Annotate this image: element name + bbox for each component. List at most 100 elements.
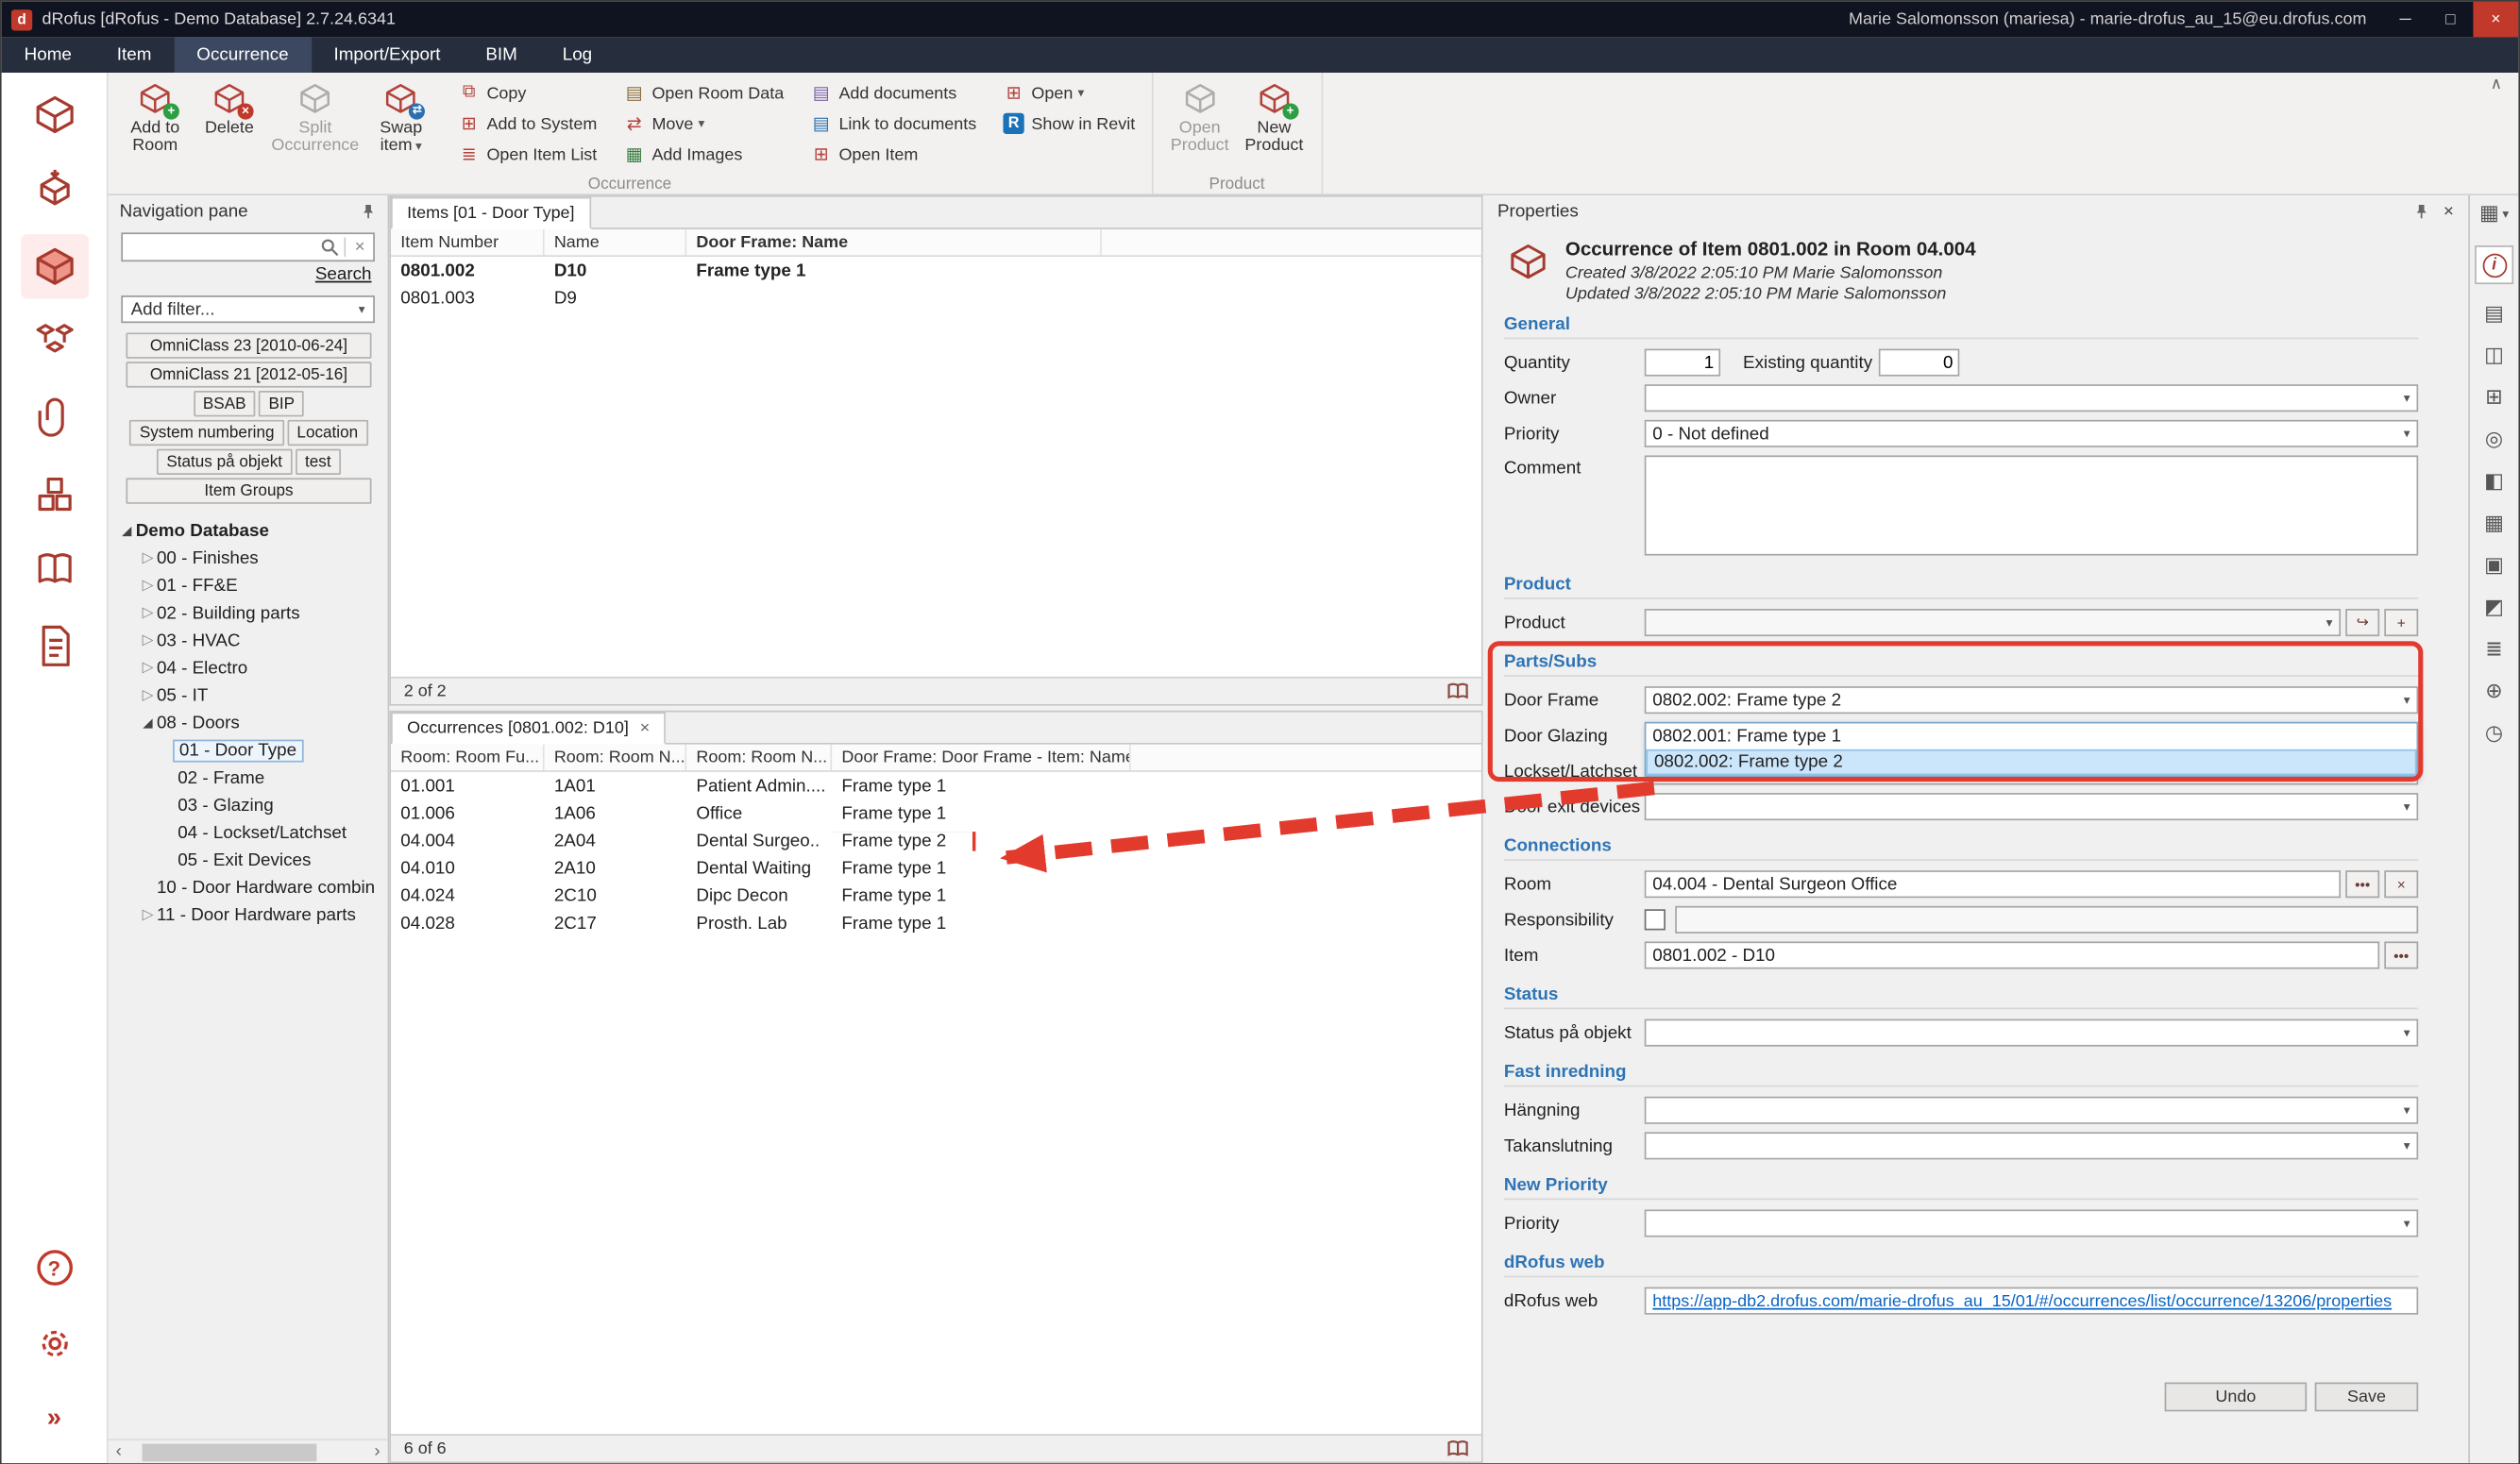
occurrence-table-row-highlighted[interactable]: 04.004 2A04 Dental Surgeo.. Frame type 2	[391, 827, 1481, 854]
tree-expanded-icon[interactable]: ◢	[118, 523, 136, 537]
add-to-room-button[interactable]: + Add to Room	[118, 77, 193, 175]
help-button[interactable]: ?	[20, 1236, 88, 1300]
copy-button[interactable]: ⧉Copy	[451, 77, 603, 109]
links-tab-button[interactable]: ⊕	[2485, 677, 2503, 704]
column-header-room-function[interactable]: Room: Room Fu...	[391, 745, 545, 770]
new-priority-dropdown[interactable]: ▾	[1645, 1209, 2419, 1237]
tree-node-02-frame[interactable]: 02 - Frame	[109, 764, 388, 791]
tree-node-03-hvac[interactable]: ▷ 03 - HVAC	[109, 627, 388, 654]
menu-bim[interactable]: BIM	[463, 37, 539, 73]
open-button[interactable]: ⊞Open▾	[996, 77, 1142, 109]
search-input[interactable]	[123, 238, 319, 258]
undo-button[interactable]: Undo	[2165, 1383, 2308, 1412]
priority-dropdown[interactable]: 0 - Not defined▾	[1645, 420, 2419, 447]
menu-import-export[interactable]: Import/Export	[312, 37, 464, 73]
occurrences-tab[interactable]: Occurrences [0801.002: D10] ×	[391, 713, 666, 745]
dropdown-option-highlighted[interactable]: 0802.002: Frame type 2	[1646, 749, 2416, 775]
minimize-button[interactable]: ─	[2383, 2, 2428, 38]
column-header-door-frame-item-name[interactable]: Door Frame: Door Frame - Item: Name	[832, 745, 1131, 770]
tree-collapsed-icon[interactable]: ▷	[139, 577, 157, 595]
status-pa-objekt-dropdown[interactable]: ▾	[1645, 1019, 2419, 1047]
module-occurrences-icon[interactable]	[20, 234, 88, 298]
add-filter-dropdown[interactable]: Add filter... ▾	[121, 295, 375, 323]
filter-omniclass21-button[interactable]: OmniClass 21 [2012-05-16]	[126, 362, 371, 387]
module-reports-icon[interactable]	[20, 538, 88, 602]
tree-node-02-building-parts[interactable]: ▷ 02 - Building parts	[109, 599, 388, 627]
items-tab[interactable]: Items [01 - Door Type]	[391, 197, 591, 229]
show-in-revit-button[interactable]: RShow in Revit	[996, 109, 1142, 140]
close-tab-icon[interactable]: ×	[640, 718, 651, 738]
scroll-right-icon[interactable]: ›	[366, 1442, 387, 1462]
tree-collapsed-icon[interactable]: ▷	[139, 549, 157, 567]
column-header-room-number[interactable]: Room: Room N...	[545, 745, 687, 770]
pin-icon[interactable]	[2412, 202, 2428, 222]
new-product-button[interactable]: + New Product	[1237, 77, 1311, 175]
quantity-input[interactable]	[1645, 349, 1720, 377]
tree-node-04-lockset-latchset[interactable]: 04 - Lockset/Latchset	[109, 818, 388, 846]
tree-collapsed-icon[interactable]: ▷	[139, 631, 157, 649]
column-header-name[interactable]: Name	[545, 229, 687, 255]
hangning-dropdown[interactable]: ▾	[1645, 1097, 2419, 1124]
column-header-door-frame-name[interactable]: Door Frame: Name	[686, 229, 1102, 255]
item-field[interactable]: 0801.002 - D10	[1645, 941, 2379, 968]
link-to-documents-button[interactable]: ▤Link to documents	[803, 109, 983, 140]
tree-node-10-door-hardware-combinations[interactable]: 10 - Door Hardware combin	[109, 874, 388, 901]
occurrence-table-row[interactable]: 01.001 1A01 Patient Admin.... Frame type…	[391, 772, 1481, 799]
close-button[interactable]: ×	[2473, 2, 2518, 38]
tree-expanded-icon[interactable]: ◢	[139, 715, 157, 730]
history-tab-button[interactable]: ◷	[2485, 718, 2503, 746]
occurrence-table-row[interactable]: 01.006 1A06 Office Frame type 1	[391, 799, 1481, 827]
sync-tab-button[interactable]: ◎	[2485, 425, 2503, 452]
filter-status-pa-objekt-button[interactable]: Status på objekt	[157, 449, 292, 475]
swap-item-button[interactable]: ⇄ Swap item▾	[364, 77, 438, 175]
scroll-left-icon[interactable]: ‹	[109, 1442, 129, 1462]
comment-textarea[interactable]	[1645, 455, 2419, 555]
tree-node-03-glazing[interactable]: 03 - Glazing	[109, 791, 388, 818]
classification-tab-button[interactable]: ◫	[2484, 341, 2504, 368]
responsibility-checkbox[interactable]	[1645, 909, 1666, 930]
module-documents-icon[interactable]	[20, 614, 88, 678]
maximize-button[interactable]: □	[2427, 2, 2473, 38]
report-view-icon[interactable]	[1447, 682, 1468, 701]
column-header-room-name[interactable]: Room: Room N...	[686, 745, 832, 770]
tree-node-04-electro[interactable]: ▷ 04 - Electro	[109, 654, 388, 682]
filter-location-button[interactable]: Location	[287, 420, 367, 446]
open-product-link-button[interactable]: ↪	[2345, 609, 2379, 636]
menu-log[interactable]: Log	[540, 37, 615, 73]
room-field[interactable]: 04.004 - Dental Surgeon Office	[1645, 870, 2341, 898]
expand-sidebar-button[interactable]: »	[20, 1388, 88, 1452]
scrollbar-thumb[interactable]	[143, 1443, 317, 1461]
pin-icon[interactable]	[361, 202, 377, 222]
module-systems-icon[interactable]	[20, 310, 88, 374]
tree-node-11-door-hardware-parts[interactable]: ▷ 11 - Door Hardware parts	[109, 901, 388, 929]
tree-node-01-ffe[interactable]: ▷ 01 - FF&E	[109, 572, 388, 599]
occurrence-table-row[interactable]: 04.028 2C17 Prosth. Lab Frame type 1	[391, 909, 1481, 936]
add-documents-button[interactable]: ▤Add documents	[803, 77, 983, 109]
room-browse-button[interactable]: •••	[2345, 870, 2379, 898]
tree-node-05-exit-devices[interactable]: 05 - Exit Devices	[109, 847, 388, 874]
search-link[interactable]: Search	[125, 265, 372, 285]
collapse-ribbon-button[interactable]: ∧	[2491, 76, 2503, 93]
item-browse-button[interactable]: •••	[2384, 941, 2418, 968]
save-button[interactable]: Save	[2315, 1383, 2418, 1412]
products-tab-button[interactable]: ⊞	[2485, 382, 2503, 410]
tree-node-01-door-type[interactable]: 01 - Door Type	[109, 736, 388, 764]
forms-tab-button[interactable]: ▤	[2484, 299, 2504, 327]
takanslutning-dropdown[interactable]: ▾	[1645, 1132, 2419, 1159]
occurrence-table-row[interactable]: 04.024 2C10 Dipc Decon Frame type 1	[391, 882, 1481, 909]
add-to-system-button[interactable]: ⊞Add to System	[451, 109, 603, 140]
menu-home[interactable]: Home	[2, 37, 94, 73]
dropdown-option[interactable]: 0802.001: Frame type 1	[1646, 723, 2416, 749]
item-groups-button[interactable]: Item Groups	[126, 478, 371, 503]
tree-node-05-it[interactable]: ▷ 05 - IT	[109, 682, 388, 709]
menu-item[interactable]: Item	[94, 37, 175, 73]
room-clear-button[interactable]: ×	[2384, 870, 2418, 898]
clear-search-icon[interactable]: ×	[350, 238, 370, 258]
tree-collapsed-icon[interactable]: ▷	[139, 906, 157, 924]
images-tab-button[interactable]: ▣	[2484, 550, 2504, 578]
delete-button[interactable]: × Delete	[193, 77, 267, 175]
search-icon[interactable]	[319, 238, 339, 258]
module-attachments-icon[interactable]	[20, 386, 88, 450]
filter-omniclass23-button[interactable]: OmniClass 23 [2010-06-24]	[126, 332, 371, 358]
door-frame-dropdown[interactable]: 0802.002: Frame type 2▾	[1645, 686, 2419, 714]
